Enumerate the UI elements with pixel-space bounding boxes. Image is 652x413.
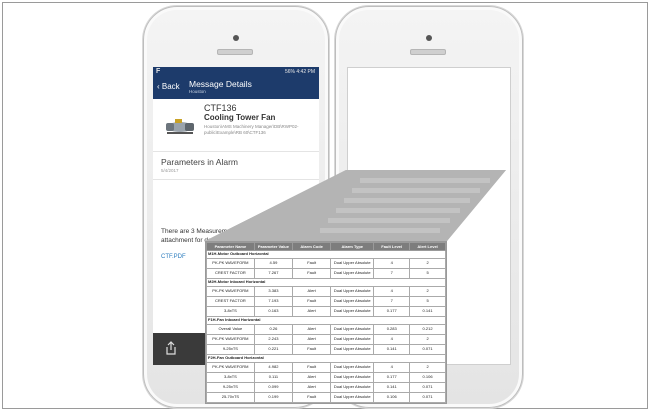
- table-column-header: Alarm Type: [330, 242, 375, 251]
- table-cell: Fault: [292, 268, 332, 279]
- table-cell: 2: [409, 334, 446, 345]
- measurement-location: F1H-Fan Inboard Horizontal: [206, 316, 446, 325]
- table-cell: 4: [373, 258, 411, 269]
- table-cell: CREST FACTOR: [206, 268, 255, 279]
- table-cell: Dual Upper Absolute: [330, 372, 375, 383]
- table-cell: 2: [409, 362, 446, 373]
- table-cell: Alert: [292, 306, 332, 317]
- table-cell: 5: [409, 268, 446, 279]
- table-group-row: F2H-Fan Outboard Horizontal: [206, 354, 446, 363]
- table-cell: 7: [373, 296, 411, 307]
- table-cell: 0.141: [373, 382, 411, 393]
- table-cell: Dual Upper Absolute: [330, 362, 375, 373]
- table-cell: 0.177: [373, 372, 411, 383]
- table-cell: PK-PK WAVEFORM: [206, 286, 255, 297]
- table-cell: 7: [373, 268, 411, 279]
- table-cell: 0.163: [253, 306, 294, 317]
- table-column-header: Alarm Code: [292, 242, 332, 251]
- table-cell: 2.243: [253, 334, 294, 345]
- alarm-report-table: Parameter Name Parameter Value Alarm Code A…: [205, 241, 447, 404]
- table-cell: Dual Upper Absolute: [330, 258, 375, 269]
- table-cell: PK-PK WAVEFORM: [206, 258, 255, 269]
- table-cell: 0.071: [409, 382, 446, 393]
- table-cell: 3-8xTS: [206, 372, 255, 383]
- table-row: CREST FACTOR 7.267 Fault Dual Upper Absolut…: [206, 268, 446, 279]
- table-cell: Alert: [292, 372, 332, 383]
- table-column-header: Parameter Name: [206, 242, 255, 251]
- table-row: 3-8xTS 0.111 Alert Dual Upper Absolute 0.177…: [206, 372, 446, 383]
- table-cell: 25-70xTS: [206, 392, 255, 403]
- table-cell: 0.221: [253, 344, 294, 355]
- table-cell: Fault: [292, 296, 332, 307]
- table-cell: 0.283: [373, 324, 411, 335]
- table-cell: 0.212: [409, 324, 446, 335]
- table-row: 9-25xTS 0.221 Fault Dual Upper Absolute 0.14…: [206, 344, 446, 355]
- table-cell: Dual Upper Absolute: [330, 296, 375, 307]
- measurement-location: F2H-Fan Outboard Horizontal: [206, 354, 446, 363]
- table-cell: 9-25xTS: [206, 344, 255, 355]
- table-cell: 4.982: [253, 362, 294, 373]
- table-cell: Dual Upper Absolute: [330, 334, 375, 345]
- table-cell: 0.111: [253, 372, 294, 383]
- table-cell: Dual Upper Absolute: [330, 286, 375, 297]
- table-group-row: M2H-Motor Inboard Horizontal: [206, 278, 446, 287]
- table-cell: 4: [373, 334, 411, 345]
- table-column-header: Parameter Value: [253, 242, 294, 251]
- table-cell: 4: [373, 286, 411, 297]
- table-cell: Fault: [292, 392, 332, 403]
- table-cell: Dual Upper Absolute: [330, 324, 375, 335]
- table-cell: Dual Upper Absolute: [330, 392, 375, 403]
- table-row: Overall Value 0.26 Alert Dual Upper Absolut…: [206, 324, 446, 335]
- table-cell: Fault: [292, 362, 332, 373]
- measurement-location: M1H-Motor Outboard Horizontal: [206, 250, 446, 259]
- table-cell: 3-8xTS: [206, 306, 255, 317]
- table-cell: PK-PK WAVEFORM: [206, 362, 255, 373]
- table-cell: 7.267: [253, 268, 294, 279]
- table-column-header: Fault Level: [373, 242, 411, 251]
- table-cell: 0.106: [409, 372, 446, 383]
- table-cell: 0.141: [373, 344, 411, 355]
- table-cell: Dual Upper Absolute: [330, 344, 375, 355]
- table-cell: Dual Upper Absolute: [330, 382, 375, 393]
- table-cell: Alert: [292, 382, 332, 393]
- table-cell: Fault: [292, 258, 332, 269]
- table-cell: 4: [373, 362, 411, 373]
- table-cell: 0.106: [373, 392, 411, 403]
- table-cell: Alert: [292, 324, 332, 335]
- table-row: 3-8xTS 0.163 Alert Dual Upper Absolute 0.177…: [206, 306, 446, 317]
- table-cell: 9-25xTS: [206, 382, 255, 393]
- table-cell: 0.26: [253, 324, 294, 335]
- table-group-row: M1H-Motor Outboard Horizontal: [206, 250, 446, 259]
- table-row: 25-70xTS 0.199 Fault Dual Upper Absolute 0.1…: [206, 392, 446, 403]
- table-cell: Overall Value: [206, 324, 255, 335]
- table-cell: 0.199: [253, 392, 294, 403]
- table-cell: Alert: [292, 286, 332, 297]
- table-cell: Alert: [292, 334, 332, 345]
- table-column-header: Alert Level: [409, 242, 446, 251]
- table-row: PK-PK WAVEFORM 4.59 Fault Dual Upper Absolu…: [206, 258, 446, 269]
- table-cell: 4.59: [253, 258, 294, 269]
- measurement-location: M2H-Motor Inboard Horizontal: [206, 278, 446, 287]
- table-cell: CREST FACTOR: [206, 296, 255, 307]
- table-cell: 2: [409, 286, 446, 297]
- table-row: PK-PK WAVEFORM 3.383 Alert Dual Upper Absol…: [206, 286, 446, 297]
- table-row: 9-25xTS 0.099 Alert Dual Upper Absolute 0.14…: [206, 382, 446, 393]
- table-cell: 7.193: [253, 296, 294, 307]
- table-cell: 0.141: [409, 306, 446, 317]
- table-row: PK-PK WAVEFORM 2.243 Alert Dual Upper Absol…: [206, 334, 446, 345]
- table-cell: 0.071: [409, 344, 446, 355]
- table-cell: Fault: [292, 344, 332, 355]
- table-cell: Dual Upper Absolute: [330, 268, 375, 279]
- table-row: PK-PK WAVEFORM 4.982 Fault Dual Upper Absol…: [206, 362, 446, 373]
- table-cell: 0.099: [253, 382, 294, 393]
- table-cell: 0.071: [409, 392, 446, 403]
- table-cell: PK-PK WAVEFORM: [206, 334, 255, 345]
- table-group-row: F1H-Fan Inboard Horizontal: [206, 316, 446, 325]
- table-cell: Dual Upper Absolute: [330, 306, 375, 317]
- table-cell: 5: [409, 296, 446, 307]
- table-cell: 0.177: [373, 306, 411, 317]
- table-cell: 3.383: [253, 286, 294, 297]
- table-row: CREST FACTOR 7.193 Fault Dual Upper Absolut…: [206, 296, 446, 307]
- table-cell: 2: [409, 258, 446, 269]
